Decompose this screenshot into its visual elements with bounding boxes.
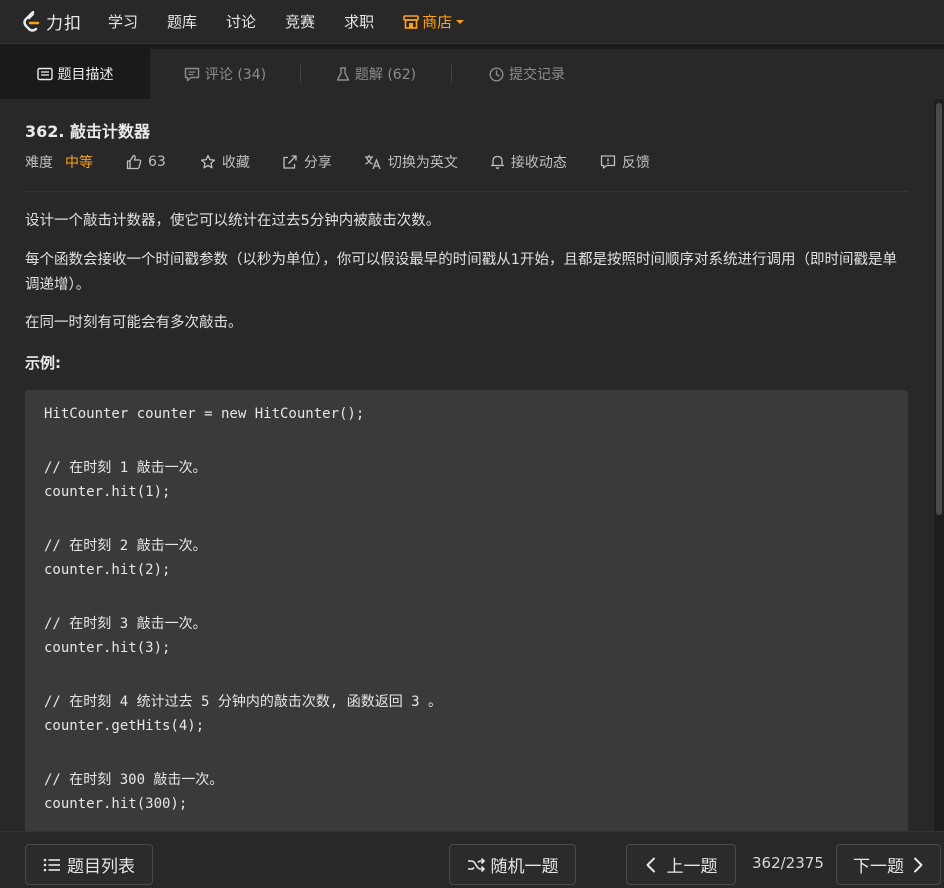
random-problem-button[interactable]: 随机一题 xyxy=(449,844,576,885)
code-line: // 在时刻 300 敲击一次。 xyxy=(44,772,224,788)
like-button[interactable]: 63 xyxy=(126,154,166,170)
random-problem-label: 随机一题 xyxy=(490,857,559,877)
tab-comments[interactable]: 评论 (34) xyxy=(150,49,300,99)
tab-description[interactable]: 题目描述 xyxy=(0,49,150,99)
problem-meta-bar: 难度 中等 63 收藏 分享 切换为英文 接收动态 反馈 xyxy=(25,152,650,172)
code-line: counter.getHits(4); xyxy=(44,718,205,734)
prev-problem-label: 上一题 xyxy=(666,857,718,877)
nav-jobs[interactable]: 求职 xyxy=(344,11,374,32)
logo[interactable]: 力扣 xyxy=(22,9,82,34)
tab-description-label: 题目描述 xyxy=(57,67,114,83)
share-button[interactable]: 分享 xyxy=(282,152,332,172)
subscribe-button[interactable]: 接收动态 xyxy=(490,152,567,172)
clock-icon xyxy=(489,66,504,82)
problem-tabs: 题目描述 评论 (34) 题解 (62) 提交记录 xyxy=(0,49,944,99)
star-icon xyxy=(200,154,215,169)
nav-contest[interactable]: 竞赛 xyxy=(285,11,315,32)
description-paragraph: 设计一个敲击计数器，使它可以统计在过去5分钟内被敲击次数。 xyxy=(25,213,441,229)
shuffle-icon xyxy=(467,857,485,872)
next-problem-button[interactable]: 下一题 xyxy=(836,844,941,885)
code-line: counter.hit(3); xyxy=(44,640,171,656)
share-label: 分享 xyxy=(303,155,332,171)
feedback-button[interactable]: 反馈 xyxy=(600,152,650,172)
leetcode-logo-icon xyxy=(23,10,40,32)
nav-store[interactable]: 商店 xyxy=(403,11,465,32)
bottom-toolbar: 题目列表 随机一题 上一题 362/2375 下一题 xyxy=(0,831,944,888)
favorite-label: 收藏 xyxy=(221,155,250,171)
feedback-label: 反馈 xyxy=(621,155,650,171)
scrollbar-thumb[interactable] xyxy=(936,103,942,515)
tab-comments-label: 评论 (34) xyxy=(204,67,267,83)
description-paragraph: 每个函数会接收一个时间戳参数（以秒为单位），你可以假设最早的时间戳从1开始，且都… xyxy=(25,252,897,293)
nav-learn[interactable]: 学习 xyxy=(108,11,138,32)
top-navbar: 力扣 学习 题库 讨论 竞赛 求职 商店 xyxy=(0,0,944,44)
favorite-button[interactable]: 收藏 xyxy=(200,152,250,172)
tab-submissions[interactable]: 提交记录 xyxy=(452,49,602,99)
example-code-block: HitCounter counter = new HitCounter(); /… xyxy=(25,390,908,831)
store-icon xyxy=(403,14,419,29)
nav-problemset[interactable]: 题库 xyxy=(167,11,197,32)
code-line: HitCounter counter = new HitCounter(); xyxy=(44,406,365,422)
chevron-right-icon xyxy=(914,857,923,872)
difficulty-value: 中等 xyxy=(65,155,93,171)
list-icon xyxy=(43,858,60,871)
code-line: // 在时刻 2 敲击一次。 xyxy=(44,538,207,554)
chevron-left-icon xyxy=(646,857,655,872)
translate-label: 切换为英文 xyxy=(387,155,458,171)
code-line: // 在时刻 4 统计过去 5 分钟内的敲击次数, 函数返回 3 。 xyxy=(44,694,443,710)
meta-divider xyxy=(25,191,909,192)
translate-icon xyxy=(364,155,381,170)
code-line: counter.hit(2); xyxy=(44,562,171,578)
subscribe-label: 接收动态 xyxy=(510,155,567,171)
description-paragraph: 在同一时刻有可能会有多次敲击。 xyxy=(25,315,243,331)
difficulty-label: 难度 xyxy=(25,155,53,171)
tab-submissions-label: 提交记录 xyxy=(509,67,565,83)
problem-title: 362. 敲击计数器 xyxy=(25,122,151,141)
chevron-down-icon xyxy=(456,19,465,24)
comment-icon xyxy=(184,67,200,81)
nav-store-label: 商店 xyxy=(422,13,453,31)
feedback-icon xyxy=(600,155,615,169)
nav-discuss[interactable]: 讨论 xyxy=(226,11,256,32)
code-line: // 在时刻 3 敲击一次。 xyxy=(44,616,207,632)
bell-icon xyxy=(490,155,504,169)
flask-icon xyxy=(336,66,350,81)
logo-text: 力扣 xyxy=(46,14,82,34)
next-problem-label: 下一题 xyxy=(853,857,904,877)
problem-content: 362. 敲击计数器 难度 中等 63 收藏 分享 切换为英文 接收动态 反馈 … xyxy=(0,99,934,831)
translate-button[interactable]: 切换为英文 xyxy=(364,152,458,172)
prev-problem-button[interactable]: 上一题 xyxy=(626,844,736,885)
problem-list-label: 题目列表 xyxy=(67,857,135,877)
code-line: // 在时刻 1 敲击一次。 xyxy=(44,460,207,476)
code-line: counter.hit(1); xyxy=(44,484,171,500)
description-icon xyxy=(36,67,53,81)
content-scrollbar[interactable] xyxy=(934,99,944,831)
problem-list-button[interactable]: 题目列表 xyxy=(25,844,153,885)
tab-solutions[interactable]: 题解 (62) xyxy=(301,49,451,99)
share-icon xyxy=(283,155,297,169)
problem-page-counter: 362/2375 xyxy=(752,854,824,872)
example-heading: 示例: xyxy=(25,354,61,372)
thumbs-up-icon xyxy=(126,154,142,170)
tab-solutions-label: 题解 (62) xyxy=(354,67,417,83)
like-count: 63 xyxy=(148,154,166,170)
code-line: counter.hit(300); xyxy=(44,796,188,812)
